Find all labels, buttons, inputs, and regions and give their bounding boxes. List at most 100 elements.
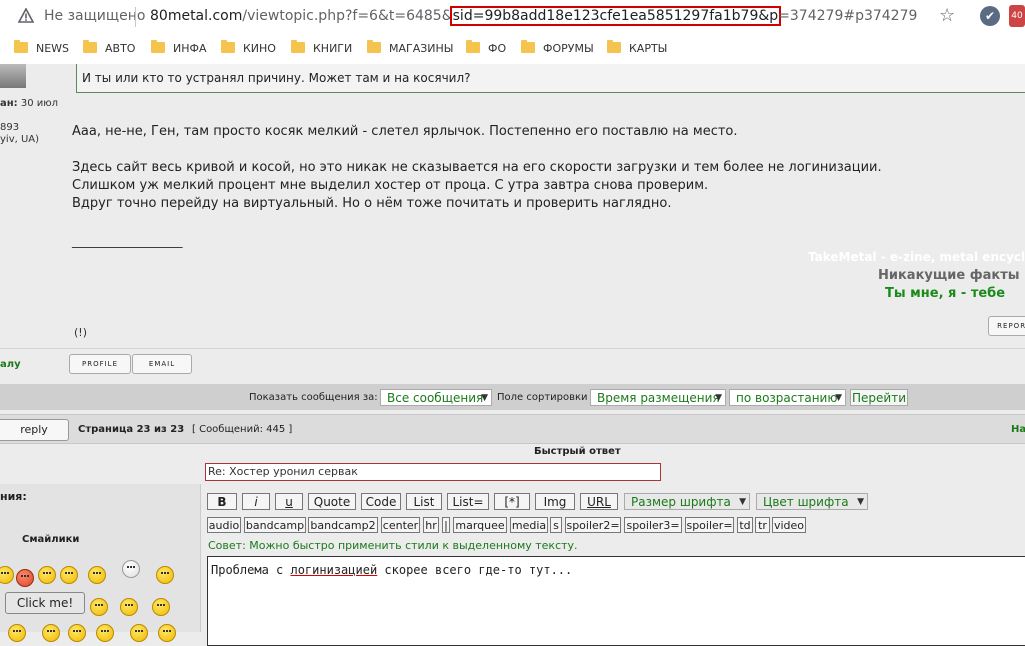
bandcamp-button[interactable]: bandcamp <box>244 517 306 533</box>
tr-button[interactable]: tr <box>755 517 770 533</box>
show-posts-label: Показать сообщения за: <box>249 392 378 403</box>
bookmark-infa[interactable]: ИНФА <box>151 40 207 58</box>
list-button[interactable]: List <box>406 493 442 510</box>
page-indicator: Страница 23 из 23 <box>78 424 185 435</box>
smiley-angry-icon[interactable] <box>16 569 34 587</box>
spoiler-button[interactable]: spoiler= <box>685 517 734 533</box>
folder-icon <box>221 40 235 53</box>
bookmark-fo[interactable]: ФО <box>466 40 506 58</box>
smiley-icon[interactable] <box>156 566 174 584</box>
audio-button[interactable]: audio <box>207 517 241 533</box>
font-size-select[interactable]: Размер шрифта ▼ <box>624 493 750 510</box>
smiley-icon[interactable] <box>60 566 78 584</box>
sort-field-select[interactable]: Время размещения ▼ <box>590 389 726 406</box>
bookmark-star-icon[interactable]: ☆ <box>939 5 955 26</box>
signature-line-3: Ты мне, я - тебе <box>885 286 1006 301</box>
reply-button[interactable]: reply <box>0 419 69 441</box>
bookmark-magaziny[interactable]: МАГАЗИНЫ <box>367 40 454 58</box>
smiley-icon[interactable] <box>158 624 176 642</box>
smilies-label: Смайлики <box>22 534 80 545</box>
report-button[interactable]: REPORT <box>988 316 1025 336</box>
post-count: [ Сообщений: 445 ] <box>192 424 293 435</box>
underline-button[interactable]: u <box>275 493 303 510</box>
bookmark-news[interactable]: NEWS <box>14 40 69 58</box>
folder-icon <box>291 40 305 53</box>
spoiler3-button[interactable]: spoiler3= <box>624 517 682 533</box>
smiley-icon[interactable] <box>90 598 108 616</box>
sort-order-select[interactable]: по возрастанию ▼ <box>729 389 846 406</box>
author-name[interactable]: алу <box>0 359 21 370</box>
video-button[interactable]: video <box>772 517 806 533</box>
smiley-icon[interactable] <box>130 624 148 642</box>
post-line-4: Вдруг точно перейду на виртуальный. Но о… <box>72 196 672 211</box>
bookmark-forumy[interactable]: ФОРУМЫ <box>521 40 594 58</box>
smiley-wizard-icon[interactable] <box>122 560 140 578</box>
bookmark-kino[interactable]: КИНО <box>221 40 276 58</box>
url-path: /viewtopic.php?f=6&t=6485& <box>242 8 453 24</box>
spoiler2-button[interactable]: spoiler2= <box>565 517 621 533</box>
chevron-down-icon: ▼ <box>715 393 722 403</box>
strike-button[interactable]: s <box>550 517 562 533</box>
bandcamp2-button[interactable]: bandcamp2 <box>308 517 378 533</box>
chevron-down-icon: ▼ <box>481 393 488 403</box>
smiley-icon[interactable] <box>8 624 26 642</box>
extension-icon[interactable]: ✔ <box>980 6 1000 26</box>
smiley-icon[interactable] <box>120 598 138 616</box>
signature-line-2: Никакущие факты <box>878 268 1020 283</box>
sort-field-label: Поле сортировки <box>497 392 588 403</box>
smiley-icon[interactable] <box>152 598 170 616</box>
list-numbered-button[interactable]: List= <box>447 493 489 510</box>
smiley-icon[interactable] <box>38 566 56 584</box>
info-icon[interactable] <box>18 8 34 24</box>
post-line-1: Ааа, не-не, Ген, там просто косяк мелкий… <box>72 124 738 139</box>
smiley-guitar-icon[interactable] <box>88 566 106 584</box>
go-button[interactable]: Перейти <box>850 389 908 406</box>
subject-input[interactable]: Re: Хостер уронил сервак <box>205 463 661 481</box>
nav-link[interactable]: На <box>1011 424 1025 435</box>
smiley-icon[interactable] <box>68 624 86 642</box>
report-mark[interactable]: (!) <box>74 326 87 339</box>
bookmark-knigi[interactable]: КНИГИ <box>291 40 352 58</box>
code-button[interactable]: Code <box>361 493 401 510</box>
marquee-button[interactable]: marquee <box>453 517 507 533</box>
separator-button[interactable]: | <box>442 517 450 533</box>
bookmarks-bar: NEWS АВТО ИНФА КИНО КНИГИ МАГАЗИНЫ ФО ФО… <box>0 34 1025 91</box>
author-location: yiv, UA) <box>0 134 40 145</box>
avatar[interactable] <box>0 64 26 88</box>
click-me-button[interactable]: Click me! <box>5 592 85 614</box>
smiley-icon[interactable] <box>96 624 114 642</box>
italic-button[interactable]: i <box>242 493 270 510</box>
chevron-down-icon: ▼ <box>739 497 746 507</box>
font-color-select[interactable]: Цвет шрифта ▼ <box>756 493 868 510</box>
media-button[interactable]: media <box>510 517 548 533</box>
chevron-down-icon: ▼ <box>835 393 842 403</box>
folder-icon <box>367 40 381 53</box>
image-button[interactable]: Img <box>535 493 575 510</box>
security-label[interactable]: Не защищено <box>44 8 145 24</box>
address-bar: Не защищено 80metal.com/viewtopic.php?f=… <box>0 0 1025 34</box>
signature-link[interactable]: TakeMetal - e-zine, metal encyclopedia <box>808 250 1025 264</box>
center-button[interactable]: center <box>381 517 420 533</box>
signature-rule: _________________ <box>72 234 183 249</box>
quote-block: И ты или кто то устранял причину. Может … <box>76 64 1025 93</box>
message-textarea[interactable]: Проблема с логинизацией скорее всего где… <box>207 556 1025 646</box>
url-button[interactable]: URL <box>580 493 618 510</box>
url-tail: =374279#p374279 <box>778 8 918 24</box>
folder-icon <box>607 40 621 53</box>
bold-button[interactable]: B <box>207 493 237 510</box>
extension-badge-icon[interactable]: 40 <box>1009 5 1025 27</box>
url-domain: 80metal.com <box>150 8 243 24</box>
email-button[interactable]: EMAIL <box>132 354 192 374</box>
profile-button[interactable]: PROFILE <box>69 354 131 374</box>
quick-reply-title: Быстрый ответ <box>534 446 621 457</box>
td-button[interactable]: td <box>737 517 753 533</box>
list-item-button[interactable]: [*] <box>494 493 530 510</box>
quote-button[interactable]: Quote <box>308 493 356 510</box>
bookmark-karty[interactable]: КАРТЫ <box>607 40 667 58</box>
hr-button[interactable]: hr <box>423 517 439 533</box>
smiley-icon[interactable] <box>42 624 60 642</box>
url-field[interactable]: 80metal.com/viewtopic.php?f=6&t=6485&sid… <box>150 6 918 26</box>
show-posts-select[interactable]: Все сообщения ▼ <box>380 389 492 406</box>
folder-icon <box>14 40 28 53</box>
bookmark-avto[interactable]: АВТО <box>83 40 135 58</box>
